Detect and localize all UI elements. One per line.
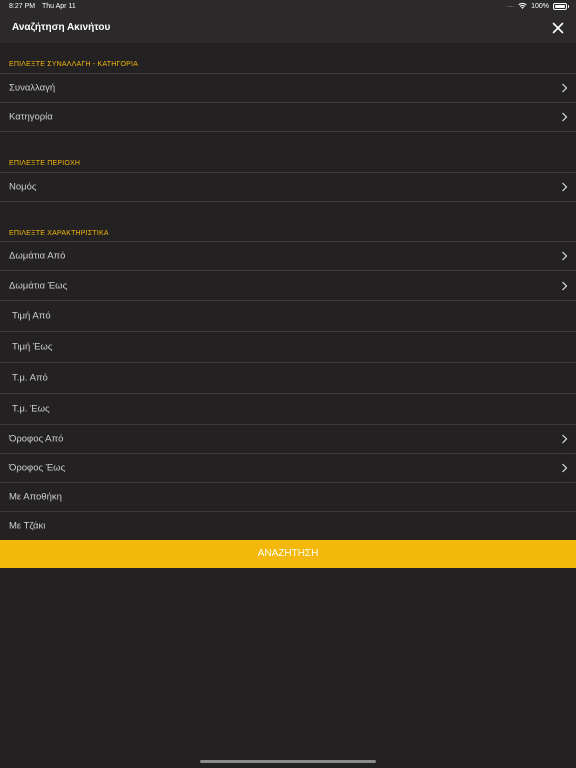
page-title: Αναζήτηση Ακινήτου: [12, 22, 111, 33]
status-date: Thu Apr 11: [42, 3, 76, 10]
status-bar: 8:27 PM Thu Apr 11 .... 100%: [0, 0, 576, 14]
row-prefecture[interactable]: Νομός: [0, 172, 576, 202]
sqm-to-field[interactable]: Τ.μ. Έως: [0, 393, 576, 424]
sqm-from-field[interactable]: Τ.μ. Από: [0, 362, 576, 393]
close-icon[interactable]: [550, 20, 566, 36]
row-rooms-from[interactable]: Δωμάτια Από: [0, 241, 576, 270]
row-fireplace-label: Με Τζάκι: [9, 520, 46, 532]
row-category-label: Κατηγορία: [9, 111, 53, 123]
chevron-right-icon: [562, 434, 568, 444]
section-header-transaction-category: ΕΠΙΛΕΞΤΕ ΣΥΝΑΛΛΑΓΗ - ΚΑΤΗΓΟΡΙΑ: [9, 61, 139, 68]
sqm-from-label: Τ.μ. Από: [12, 372, 48, 384]
row-prefecture-label: Νομός: [9, 181, 37, 193]
battery-icon: [553, 2, 569, 10]
row-floor-to[interactable]: Όροφος Έως: [0, 453, 576, 482]
row-floor-from-label: Όροφος Από: [9, 433, 64, 445]
sqm-to-label: Τ.μ. Έως: [12, 403, 50, 415]
row-floor-from[interactable]: Όροφος Από: [0, 424, 576, 453]
row-fireplace[interactable]: Με Τζάκι: [0, 511, 576, 540]
row-storage[interactable]: Με Αποθήκη: [0, 482, 576, 511]
row-rooms-to[interactable]: Δωμάτια Έως: [0, 270, 576, 300]
home-indicator[interactable]: [200, 760, 376, 763]
row-category[interactable]: Κατηγορία: [0, 102, 576, 132]
status-indicators: .... 100%: [507, 2, 569, 10]
chevron-right-icon: [562, 251, 568, 261]
battery-percent: 100%: [531, 2, 549, 10]
row-rooms-from-label: Δωμάτια Από: [9, 250, 66, 262]
row-transaction-label: Συναλλαγή: [9, 82, 56, 94]
status-time: 8:27 PM: [9, 3, 36, 10]
price-to-field[interactable]: Τιμή Έως: [0, 331, 576, 362]
chevron-right-icon: [562, 112, 568, 122]
search-button[interactable]: ΑΝΑΖΗΤΗΣΗ: [0, 540, 576, 568]
price-from-label: Τιμή Από: [12, 310, 51, 322]
price-to-label: Τιμή Έως: [12, 341, 53, 353]
wifi-icon: [518, 2, 527, 9]
chevron-right-icon: [562, 463, 568, 473]
row-floor-to-label: Όροφος Έως: [9, 462, 66, 474]
section-header-features: ΕΠΙΛΕΞΤΕ ΧΑΡΑΚΤΗΡΙΣΤΙΚΑ: [9, 230, 109, 237]
chevron-right-icon: [562, 83, 568, 93]
row-rooms-to-label: Δωμάτια Έως: [9, 280, 68, 291]
cellular-signal-icon: ....: [507, 3, 515, 9]
row-transaction[interactable]: Συναλλαγή: [0, 73, 576, 102]
section-header-area: ΕΠΙΛΕΞΤΕ ΠΕΡΙΟΧΗ: [9, 160, 81, 167]
chevron-right-icon: [562, 182, 568, 192]
navigation-bar: Αναζήτηση Ακινήτου: [0, 14, 576, 43]
chevron-right-icon: [562, 281, 568, 290]
price-from-field[interactable]: Τιμή Από: [0, 300, 576, 331]
row-storage-label: Με Αποθήκη: [9, 491, 62, 503]
